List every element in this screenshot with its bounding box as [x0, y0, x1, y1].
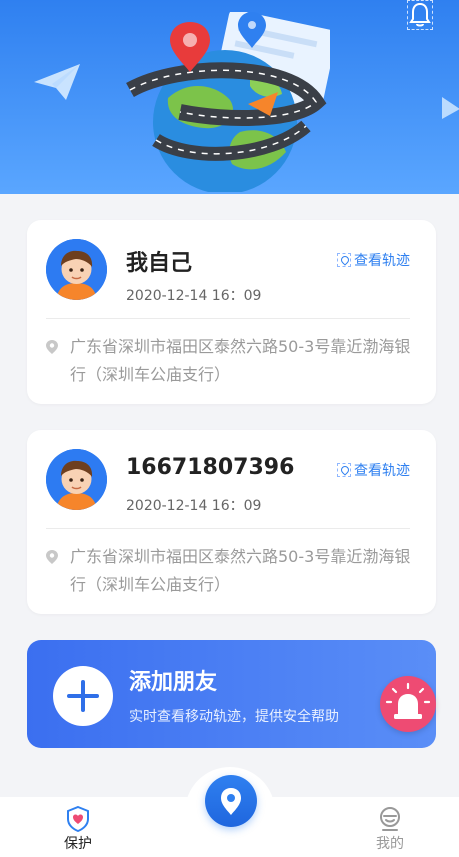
- paper-plane-icon: [442, 97, 459, 119]
- location-time: 2020-12-14 16：09: [126, 288, 262, 304]
- globe-illustration: [126, 12, 330, 192]
- divider: [46, 528, 410, 529]
- boy-avatar-icon: [46, 449, 107, 510]
- contact-name: 16671807396: [126, 455, 295, 480]
- paper-plane-icon: [34, 64, 80, 100]
- shield-heart-icon: [67, 806, 89, 832]
- view-track-label: 查看轨迹: [354, 253, 410, 269]
- divider: [46, 318, 410, 319]
- location-pin-icon: [46, 340, 58, 354]
- add-friend-title: 添加朋友: [129, 670, 218, 695]
- location-pin-icon: [337, 463, 351, 477]
- header-banner: [0, 0, 459, 194]
- location-pin-icon: [337, 253, 351, 267]
- view-track-button[interactable]: 查看轨迹: [337, 250, 410, 270]
- tab-mine[interactable]: 我的: [345, 797, 435, 857]
- contact-card[interactable]: 16671807396 2020-12-14 16：09 查看轨迹 广东省深圳市…: [27, 430, 436, 614]
- address-text: 广东省深圳市福田区泰然六路50-3号靠近渤海银行（深圳车公庙支行）: [70, 547, 411, 594]
- bell-icon: [409, 2, 431, 27]
- tab-label: 我的: [376, 836, 404, 852]
- tab-protect[interactable]: 保护: [33, 797, 123, 857]
- notification-bell-button[interactable]: [407, 0, 433, 30]
- plus-icon: [53, 666, 113, 726]
- location-time: 2020-12-14 16：09: [126, 498, 262, 514]
- add-friend-subtitle: 实时查看移动轨迹，提供安全帮助: [129, 709, 339, 725]
- view-track-label: 查看轨迹: [354, 463, 410, 479]
- alarm-siren-icon: [385, 682, 431, 719]
- location-pin-icon: [221, 788, 241, 815]
- profile-icon: [380, 807, 400, 831]
- center-location-button[interactable]: [205, 775, 257, 827]
- add-friend-button[interactable]: 添加朋友 实时查看移动轨迹，提供安全帮助: [27, 640, 436, 748]
- sos-alarm-button[interactable]: [380, 676, 436, 732]
- avatar: [46, 239, 107, 300]
- view-track-button[interactable]: 查看轨迹: [337, 460, 410, 480]
- contact-card[interactable]: 我自己 2020-12-14 16：09 查看轨迹 广东省深圳市福田区泰然六路5…: [27, 220, 436, 404]
- avatar: [46, 449, 107, 510]
- address-text: 广东省深圳市福田区泰然六路50-3号靠近渤海银行（深圳车公庙支行）: [70, 337, 411, 384]
- tab-label: 保护: [64, 836, 92, 852]
- boy-avatar-icon: [46, 239, 107, 300]
- contact-name: 我自己: [126, 251, 193, 276]
- location-pin-icon: [46, 550, 58, 564]
